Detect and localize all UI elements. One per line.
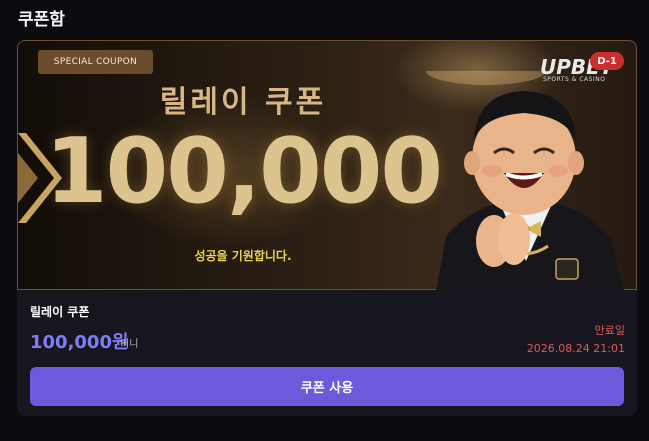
use-coupon-button[interactable]: 쿠폰 사용 [30,367,624,406]
banner-coupon-name: 릴레이 쿠폰 [159,85,327,120]
coupon-unit: 머니 [120,339,139,350]
coupon-amount: 100,000원 [30,332,129,353]
coupon-card: SPECIAL COUPON 릴레이 쿠폰 100,000 성공을 기원합니다. [17,40,637,416]
banner-amount: 100,000 [45,119,443,224]
special-coupon-badge: SPECIAL COUPON [38,50,153,74]
expiry-label: 만료일 [594,324,625,337]
brand-logo-subtext: SPORTS & CASINO [543,76,606,83]
page-title: 쿠폰함 [18,10,65,30]
banner-message: 성공을 기원합니다. [194,249,292,263]
dday-badge: D-1 [590,52,624,70]
expiry-date: 2026.08.24 21:01 [526,342,625,355]
mascot-illustration [426,71,624,291]
coupon-banner: SPECIAL COUPON 릴레이 쿠폰 100,000 성공을 기원합니다. [17,40,637,291]
coupon-name: 릴레이 쿠폰 [30,305,90,319]
